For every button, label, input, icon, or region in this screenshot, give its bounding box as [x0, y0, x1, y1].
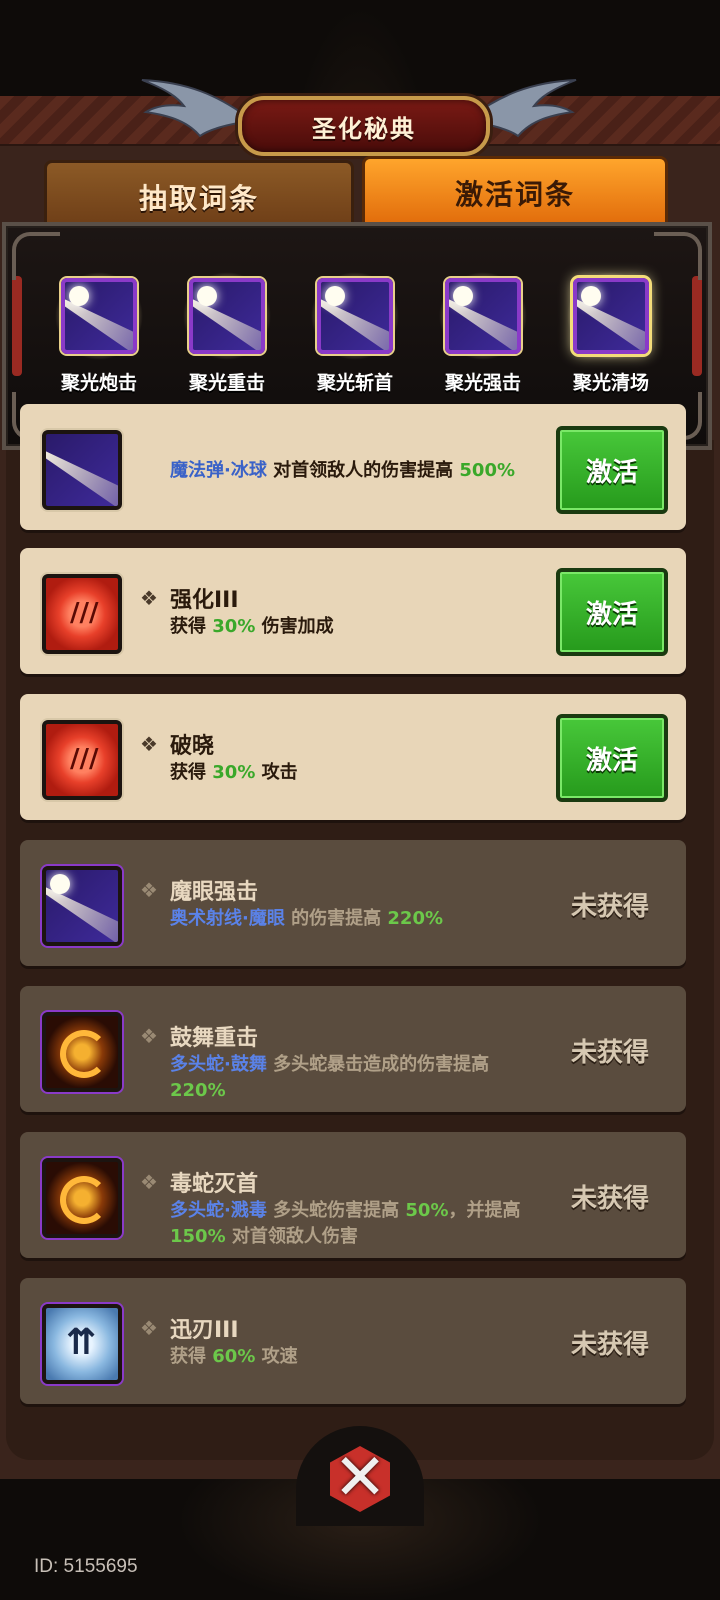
diamond-bullet-icon: ❖ [140, 878, 158, 902]
showcase-item-selected[interactable]: 聚光清场 [556, 266, 666, 395]
skill-name: 多头蛇·鼓舞 [170, 1054, 267, 1075]
desc-text: 对首领敌人伤害 [225, 1226, 358, 1247]
entry-row: 魔法弹·冰球 对首领敌人的伤害提高 500% 激活 [20, 404, 686, 530]
light-beam-icon [189, 278, 265, 354]
entry-row: ❖ 鼓舞重击 多头蛇·鼓舞 多头蛇暴击造成的伤害提高 220% 未获得 [20, 986, 686, 1112]
tab-activate-entries[interactable]: 激活词条 [362, 156, 668, 230]
entry-name: 强化III [170, 588, 239, 613]
showcase-icon-frame [561, 266, 661, 366]
desc-text: 获得 [170, 1346, 213, 1367]
showcase-item-label: 聚光清场 [572, 372, 649, 394]
desc-text: 攻击 [255, 762, 298, 783]
entry-description: 魔法弹·冰球 对首领敌人的伤害提高 500% [170, 458, 550, 484]
light-beam-icon [317, 278, 393, 354]
status-unobtained: 未获得 [570, 1330, 649, 1360]
desc-text: 获得 [170, 616, 213, 637]
corner-ornament [654, 232, 702, 280]
status-unobtained: 未获得 [570, 892, 649, 922]
highlight-value: 150% [170, 1226, 226, 1247]
user-id-label: ID: 5155695 [34, 1556, 138, 1577]
fire-dragon-icon [42, 1158, 122, 1238]
desc-text: 获得 [170, 762, 213, 783]
skill-name: 多头蛇·溅毒 [170, 1200, 267, 1221]
desc-text: 多头蛇暴击造成的伤害提高 [266, 1054, 490, 1075]
close-button[interactable]: ✕ [318, 1436, 402, 1520]
light-beam-icon [42, 430, 122, 510]
entry-row: ⇈ ❖ 迅刃III 获得 60% 攻速 未获得 [20, 1278, 686, 1404]
entry-description: 奥术射线·魔眼 的伤害提高 220% [170, 906, 550, 932]
activate-button[interactable]: 激活 [556, 714, 668, 802]
red-claw-icon: /// [42, 574, 122, 654]
skill-name: 魔法弹·冰球 [170, 460, 267, 481]
entry-name: 破晓 [170, 734, 215, 759]
entry-description: 获得 30% 攻击 [170, 760, 550, 786]
blue-blade-icon: ⇈ [42, 1304, 122, 1384]
diamond-bullet-icon: ❖ [140, 1170, 158, 1194]
entry-name: 毒蛇灭首 [170, 1172, 259, 1197]
light-beam-icon [42, 866, 122, 946]
showcase-icon-frame [433, 266, 533, 366]
showcase-item-label: 聚光炮击 [60, 372, 137, 394]
left-wing-icon [141, 79, 247, 138]
page-title: 圣化秘典 [238, 96, 490, 156]
showcase-item-label: 聚光重击 [188, 372, 265, 394]
activate-button[interactable]: 激活 [556, 426, 668, 514]
showcase-icon-frame [49, 266, 149, 366]
highlight-value: 30% [212, 762, 256, 783]
diamond-bullet-icon: ❖ [140, 1316, 158, 1340]
activate-button[interactable]: 激活 [556, 568, 668, 656]
highlight-value: 220% [387, 908, 443, 929]
diamond-bullet-icon: ❖ [140, 1024, 158, 1048]
entry-row: /// ❖ 强化III 获得 30% 伤害加成 激活 [20, 548, 686, 674]
showcase-item[interactable]: 聚光斩首 [300, 266, 410, 395]
entry-row: /// ❖ 破晓 获得 30% 攻击 激活 [20, 694, 686, 820]
light-beam-icon [61, 278, 137, 354]
desc-text: 对首领敌人的伤害提高 [266, 460, 460, 481]
highlight-value: 60% [212, 1346, 256, 1367]
desc-text: 多头蛇伤害提高 [266, 1200, 406, 1221]
entry-row: ❖ 毒蛇灭首 多头蛇·溅毒 多头蛇伤害提高 50%，并提高 150% 对首领敌人… [20, 1132, 686, 1258]
highlight-value: 50% [405, 1200, 449, 1221]
entry-description: 获得 60% 攻速 [170, 1344, 550, 1370]
entry-row: ❖ 魔眼强击 奥术射线·魔眼 的伤害提高 220% 未获得 [20, 840, 686, 966]
desc-text: ，并提高 [448, 1200, 521, 1221]
showcase-item[interactable]: 聚光炮击 [44, 266, 154, 395]
showcase-item[interactable]: 聚光强击 [428, 266, 538, 395]
highlight-value: 30% [212, 616, 256, 637]
status-unobtained: 未获得 [570, 1184, 649, 1214]
light-beam-icon [573, 278, 649, 354]
showcase-icon-frame [177, 266, 277, 366]
showcase-right-bar [692, 276, 702, 376]
showcase-item[interactable]: 聚光重击 [172, 266, 282, 395]
showcase-icon-frame [305, 266, 405, 366]
showcase-item-label: 聚光强击 [444, 372, 521, 394]
showcase-left-bar [12, 276, 22, 376]
status-unobtained: 未获得 [570, 1038, 649, 1068]
highlight-value: 220% [170, 1080, 226, 1101]
entry-description: 多头蛇·溅毒 多头蛇伤害提高 50%，并提高 150% 对首领敌人伤害 [170, 1198, 550, 1250]
fire-dragon-icon [42, 1012, 122, 1092]
red-claw-icon: /// [42, 720, 122, 800]
highlight-value: 500% [459, 460, 515, 481]
light-beam-icon [445, 278, 521, 354]
entry-description: 多头蛇·鼓舞 多头蛇暴击造成的伤害提高 220% [170, 1052, 550, 1104]
diamond-bullet-icon: ❖ [140, 732, 158, 756]
skill-name: 奥术射线·魔眼 [170, 908, 285, 929]
desc-text: 攻速 [255, 1346, 298, 1367]
entry-description: 获得 30% 伤害加成 [170, 614, 550, 640]
entry-name: 鼓舞重击 [170, 1026, 259, 1051]
close-icon: ✕ [333, 1441, 387, 1515]
diamond-bullet-icon: ❖ [140, 586, 158, 610]
showcase-item-label: 聚光斩首 [316, 372, 393, 394]
desc-text: 伤害加成 [255, 616, 334, 637]
entry-name: 迅刃III [170, 1318, 239, 1343]
entry-name: 魔眼强击 [170, 880, 259, 905]
desc-text: 的伤害提高 [284, 908, 388, 929]
